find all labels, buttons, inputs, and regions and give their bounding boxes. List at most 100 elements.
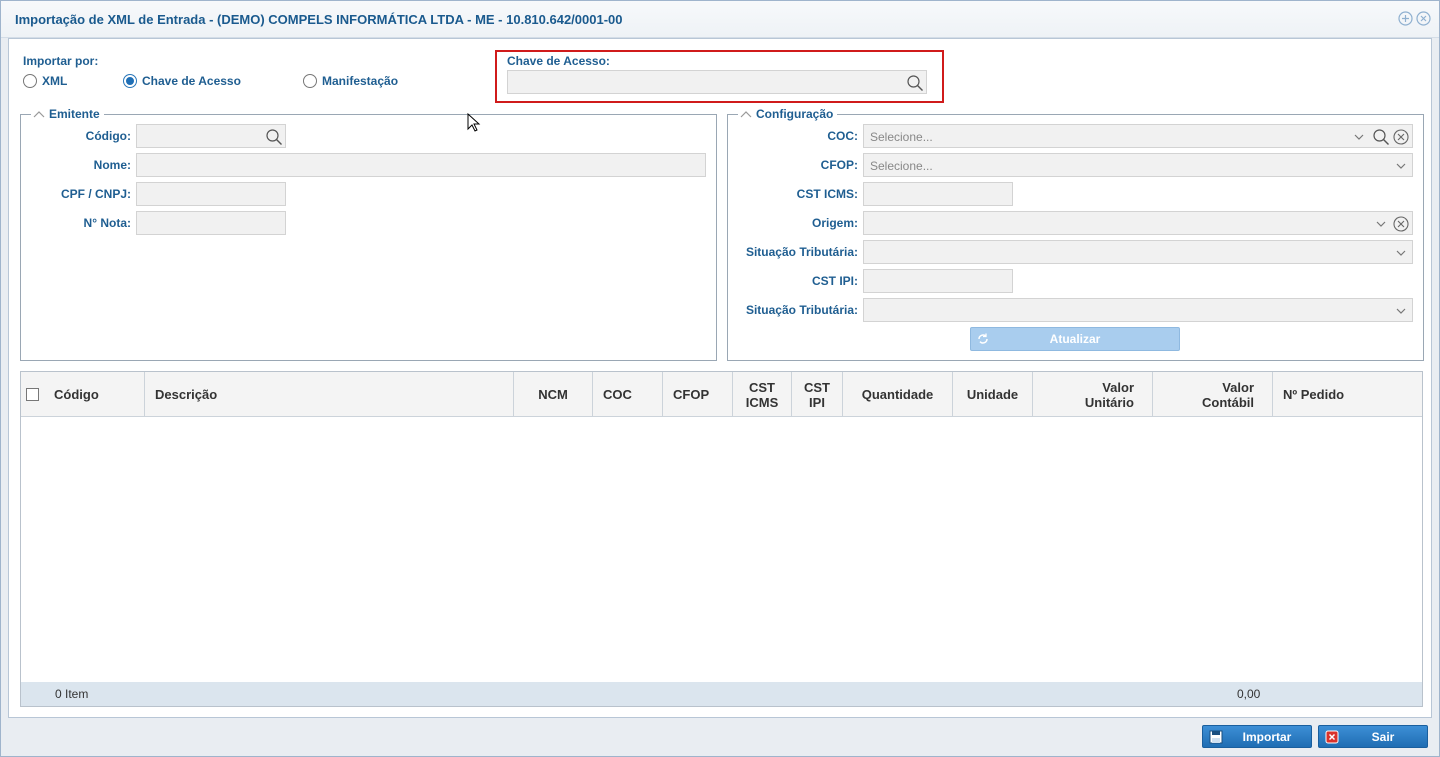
access-key-input[interactable] (507, 70, 927, 94)
col-ncm[interactable]: NCM (514, 372, 593, 417)
col-codigo[interactable]: Código (21, 372, 145, 417)
collapse-chevron-icon[interactable] (33, 110, 45, 118)
col-ncm-label: NCM (538, 387, 568, 402)
col-coc-label: COC (603, 387, 632, 402)
cfop-select[interactable]: Selecione... (863, 153, 1413, 177)
radio-xml[interactable]: XML (23, 74, 67, 88)
cpf-cnpj-input[interactable] (136, 182, 286, 206)
origem-label: Origem: (811, 216, 858, 230)
chevron-down-icon[interactable] (1350, 128, 1368, 146)
radio-manifestacao-label: Manifestação (322, 74, 399, 88)
cst-icms-label: CST ICMS: (796, 187, 858, 201)
situacao-tributaria-label-1: Situação Tributária: (745, 245, 858, 259)
col-cst-ipi-line2: IPI (809, 394, 825, 410)
update-button-label: Atualizar (1049, 332, 1101, 346)
col-pedido-label: Nº Pedido (1283, 387, 1345, 402)
codigo-label: Código: (85, 129, 131, 143)
cst-ipi-label: CST IPI: (811, 274, 858, 288)
emitente-legend[interactable]: Emitente (31, 107, 104, 121)
origem-select[interactable] (863, 211, 1413, 235)
footer-total: 0,00 (1237, 687, 1261, 701)
radio-chave-acesso[interactable]: Chave de Acesso (123, 74, 241, 88)
chevron-down-icon[interactable] (1372, 215, 1390, 233)
coc-placeholder: Selecione... (870, 130, 933, 144)
window-title: Importação de XML de Entrada - (DEMO) CO… (15, 12, 623, 27)
col-descricao[interactable]: Descrição (145, 372, 514, 417)
nome-label: Nome: (93, 158, 131, 172)
cfop-placeholder: Selecione... (870, 159, 933, 173)
configuracao-fieldset: Configuração COC: Selecione... CFOP: Sel… (727, 107, 1424, 361)
import-button-label: Importar (1242, 729, 1292, 744)
title-bar: Importação de XML de Entrada - (DEMO) CO… (1, 1, 1439, 38)
col-cst-ipi[interactable]: CST IPI (792, 372, 843, 417)
configuracao-legend[interactable]: Configuração (738, 107, 838, 121)
exit-button-label: Sair (1371, 729, 1395, 744)
search-icon[interactable] (1372, 128, 1390, 146)
cst-icms-input[interactable] (863, 182, 1013, 206)
col-valor-unitario[interactable]: Valor Unitário (1033, 372, 1153, 417)
col-cst-icms-line1: CST (749, 379, 775, 395)
clear-icon[interactable] (1392, 215, 1410, 233)
col-cst-ipi-line1: CST (804, 379, 830, 395)
grid-footer: 0 Item 0,00 (21, 682, 1422, 706)
emitente-legend-label: Emitente (49, 107, 100, 121)
col-cst-icms-line2: ICMS (745, 394, 779, 410)
radio-xml-circle[interactable] (23, 74, 37, 88)
exit-button[interactable]: Sair (1318, 725, 1428, 748)
col-valor-unitario-line2: Unitário (1084, 394, 1134, 410)
exit-icon (1325, 730, 1339, 743)
search-icon[interactable] (265, 128, 283, 146)
close-icon[interactable] (1416, 11, 1431, 26)
col-valor-contabil-line1: Valor (1222, 379, 1254, 395)
clear-icon[interactable] (1392, 128, 1410, 146)
col-quantidade[interactable]: Quantidade (843, 372, 953, 417)
col-valor-contabil-line2: Contábil (1202, 394, 1254, 410)
col-unidade-label: Unidade (966, 387, 1019, 402)
chevron-down-icon[interactable] (1392, 157, 1410, 175)
col-codigo-label: Código (54, 387, 99, 402)
radio-manifestacao[interactable]: Manifestação (303, 74, 398, 88)
col-valor-contabil[interactable]: Valor Contábil (1153, 372, 1273, 417)
search-icon[interactable] (906, 74, 924, 92)
grid-header: Código Descrição NCM COC CFOP CST ICMS C… (21, 372, 1422, 417)
chevron-down-icon[interactable] (1392, 244, 1410, 262)
cst-ipi-input[interactable] (863, 269, 1013, 293)
chevron-down-icon[interactable] (1392, 302, 1410, 320)
footer-item-count: 0 Item (55, 687, 89, 701)
col-quantidade-label: Quantidade (861, 387, 934, 402)
select-all-checkbox[interactable] (26, 388, 39, 401)
access-key-label: Chave de Acesso: (507, 54, 610, 68)
radio-chave-acesso-label: Chave de Acesso (142, 74, 241, 88)
situacao-tributaria-select-1[interactable] (863, 240, 1413, 264)
nota-input[interactable] (136, 211, 286, 235)
col-pedido[interactable]: Nº Pedido (1273, 372, 1422, 417)
refresh-icon (978, 333, 988, 344)
cpf-cnpj-label: CPF / CNPJ: (60, 187, 131, 201)
situacao-tributaria-label-2: Situação Tributária: (745, 303, 858, 317)
situacao-tributaria-select-2[interactable] (863, 298, 1413, 322)
mouse-cursor-icon (467, 113, 481, 132)
configuracao-legend-label: Configuração (756, 107, 834, 121)
title-icons (1398, 11, 1431, 26)
collapse-chevron-icon[interactable] (740, 110, 752, 118)
import-button[interactable]: Importar (1202, 725, 1312, 748)
codigo-input[interactable] (136, 124, 286, 148)
import-by-label: Importar por: (23, 54, 99, 68)
col-cfop-label: CFOP (673, 387, 710, 402)
nome-input[interactable] (136, 153, 706, 177)
items-grid: Código Descrição NCM COC CFOP CST ICMS C… (20, 371, 1423, 707)
radio-manifestacao-circle[interactable] (303, 74, 317, 88)
import-xml-window: Importação de XML de Entrada - (DEMO) CO… (0, 0, 1440, 757)
col-unidade[interactable]: Unidade (953, 372, 1033, 417)
save-icon (1209, 730, 1223, 743)
col-valor-unitario-line1: Valor (1102, 379, 1134, 395)
col-cst-icms[interactable]: CST ICMS (733, 372, 792, 417)
radio-chave-acesso-circle[interactable] (123, 74, 137, 88)
maximize-icon[interactable] (1398, 11, 1413, 26)
update-button[interactable]: Atualizar (970, 327, 1180, 351)
dialog-content: Importar por: XML Chave de Acesso Manife… (8, 38, 1432, 718)
coc-select[interactable]: Selecione... (863, 124, 1413, 148)
col-coc[interactable]: COC (593, 372, 663, 417)
col-cfop[interactable]: CFOP (663, 372, 733, 417)
col-descricao-label: Descrição (155, 387, 218, 402)
